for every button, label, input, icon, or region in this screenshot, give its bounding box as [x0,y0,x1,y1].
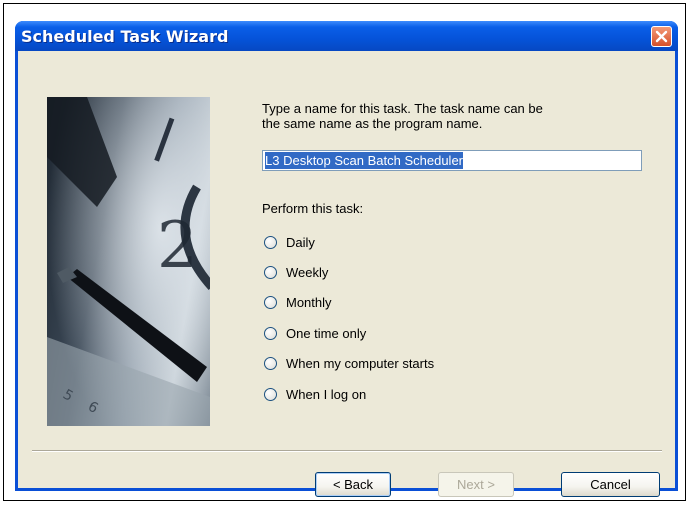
task-name-value: L3 Desktop Scan Batch Scheduler [265,152,464,169]
instruction-line-2: the same name as the program name. [262,116,483,131]
next-button[interactable]: Next > [438,472,514,497]
radio-label: Weekly [286,264,329,280]
radio-button[interactable] [264,265,277,279]
instruction-line-1: Type a name for this task. The task name… [262,101,543,116]
radio-label: Daily [286,234,315,250]
radio-button[interactable] [264,326,277,340]
title-bar[interactable]: Scheduled Task Wizard [15,21,678,51]
perform-task-label: Perform this task: [262,201,364,216]
close-icon [655,30,668,43]
svg-text:2: 2 [157,209,198,283]
radio-button[interactable] [264,235,277,249]
button-separator [32,450,662,452]
radio-one-time-only[interactable]: One time only [264,324,366,342]
radio-label: Monthly [286,294,332,310]
back-button[interactable]: < Back [315,472,391,497]
radio-label: One time only [286,325,367,341]
wizard-window: Scheduled Task Wizard 2 5 6 Type a name … [15,21,678,497]
radio-label: When my computer starts [286,355,435,371]
name-instructions: Type a name for this task. The task name… [262,101,642,131]
radio-label: When I log on [286,386,367,402]
wizard-body: 2 5 6 Type a name for this task. The tas… [18,51,675,497]
radio-button[interactable] [264,356,277,370]
radio-computer-starts[interactable]: When my computer starts [264,354,434,372]
task-name-input[interactable]: L3 Desktop Scan Batch Scheduler [262,150,642,171]
clock-pen-image: 2 5 6 [47,97,210,426]
cancel-button[interactable]: Cancel [561,472,660,497]
close-button[interactable] [651,26,672,47]
window-title: Scheduled Task Wizard [21,27,229,46]
radio-button[interactable] [264,387,277,401]
radio-weekly[interactable]: Weekly [264,263,328,281]
radio-button[interactable] [264,295,277,309]
radio-daily[interactable]: Daily [264,233,315,251]
wizard-illustration: 2 5 6 [47,97,210,426]
radio-monthly[interactable]: Monthly [264,293,332,311]
radio-log-on[interactable]: When I log on [264,385,366,403]
